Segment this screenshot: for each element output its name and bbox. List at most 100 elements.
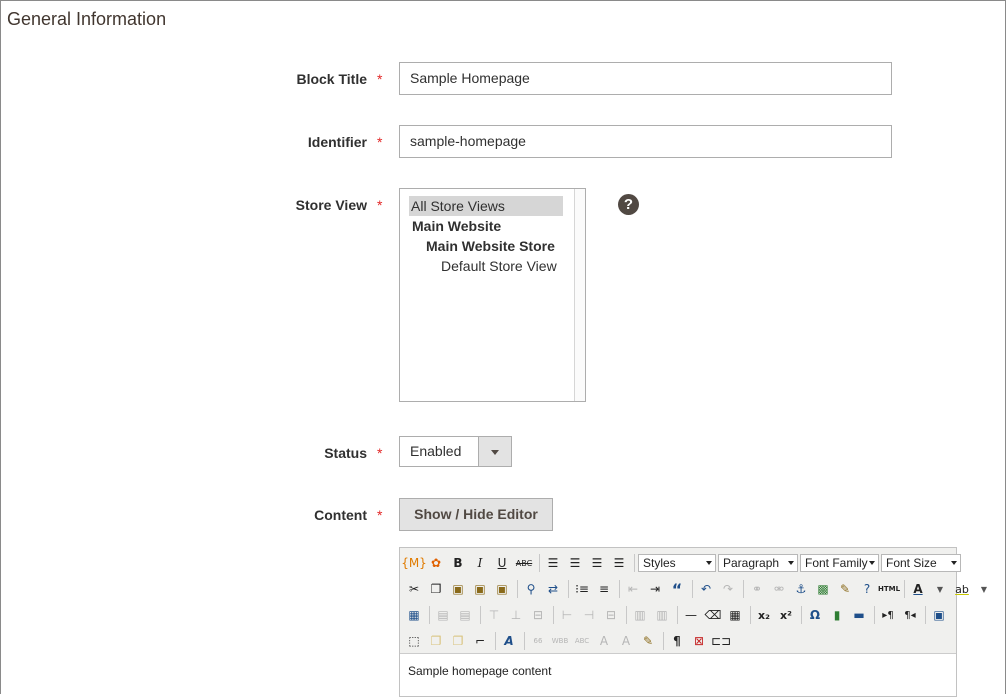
horizontal-rule-icon[interactable]: — — [681, 605, 701, 625]
outdent-icon[interactable]: ⇤ — [623, 579, 643, 599]
indent-icon[interactable]: ⇥ — [645, 579, 665, 599]
toolbar-row: {M} ✿ B I U ABC ☰ ☰ ☰ ☰ Styles Paragraph… — [401, 552, 963, 574]
move-backward-icon[interactable]: ❐ — [448, 631, 468, 651]
superscript-icon[interactable]: x² — [776, 605, 796, 625]
rtl-icon[interactable]: ¶◂ — [900, 605, 920, 625]
find-icon[interactable]: ⚲ — [521, 579, 541, 599]
table-row-props-icon[interactable]: ▤ — [433, 605, 453, 625]
special-char-icon[interactable]: Ω — [805, 605, 825, 625]
cleanup-icon[interactable]: ✎ — [835, 579, 855, 599]
numbered-list-icon[interactable]: ≡ — [594, 579, 614, 599]
delete-col-icon[interactable]: ⊟ — [601, 605, 621, 625]
html-source-icon[interactable]: HTML — [878, 579, 900, 599]
move-forward-icon[interactable]: ❐ — [426, 631, 446, 651]
nonbreaking-icon[interactable]: ⊠ — [689, 631, 709, 651]
chevron-down-icon[interactable]: ▼ — [930, 579, 950, 599]
acronym-icon[interactable]: ABC — [572, 631, 592, 651]
ins-icon[interactable]: A — [616, 631, 636, 651]
align-left-icon[interactable]: ☰ — [543, 553, 563, 573]
anchor-icon[interactable]: ⚓ — [791, 579, 811, 599]
paste-icon[interactable]: ▣ — [448, 579, 468, 599]
remove-format-icon[interactable]: ⌫ — [703, 605, 723, 625]
full-page-icon[interactable]: ▬ — [849, 605, 869, 625]
unlink-icon[interactable]: ⚮ — [769, 579, 789, 599]
underline-icon[interactable]: U — [492, 553, 512, 573]
separator — [925, 606, 926, 624]
strikethrough-icon[interactable]: ABC — [514, 553, 534, 573]
store-view-option[interactable]: Default Store View — [441, 256, 557, 276]
split-cells-icon[interactable]: ▥ — [630, 605, 650, 625]
font-size-select[interactable]: Font Size — [881, 554, 961, 572]
absolute-position-icon[interactable]: ⌐ — [470, 631, 490, 651]
store-view-multiselect[interactable]: All Store Views Main Website Main Websit… — [399, 188, 586, 402]
separator — [801, 606, 802, 624]
toolbar-row: ✂ ❐ ▣ ▣ ▣ ⚲ ⇄ ⁝≡ ≡ ⇤ ⇥ “ ↶ ↷ ⚭ ⚮ ⚓ ▩ ✎ ?… — [404, 578, 996, 600]
copy-icon[interactable]: ❐ — [426, 579, 446, 599]
page-break-icon[interactable]: ⊏⊐ — [711, 631, 731, 651]
visual-aid-icon[interactable]: ▦ — [725, 605, 745, 625]
store-view-option[interactable]: All Store Views — [409, 196, 563, 216]
media-icon[interactable]: ▮ — [827, 605, 847, 625]
separator — [626, 606, 627, 624]
help-circle-icon[interactable]: ? — [857, 579, 877, 599]
wysiwyg-editor[interactable]: {M} ✿ B I U ABC ☰ ☰ ☰ ☰ Styles Paragraph… — [399, 547, 987, 697]
align-right-icon[interactable]: ☰ — [587, 553, 607, 573]
status-select[interactable]: Enabled — [399, 436, 512, 467]
scrollbar[interactable] — [574, 189, 585, 401]
store-view-label: Store View — [295, 197, 367, 213]
bullet-list-icon[interactable]: ⁝≡ — [572, 579, 592, 599]
show-blocks-icon[interactable]: ¶ — [667, 631, 687, 651]
paste-word-icon[interactable]: ▣ — [492, 579, 512, 599]
insert-row-after-icon[interactable]: ⊥ — [506, 605, 526, 625]
help-icon[interactable]: ? — [618, 194, 639, 215]
image-icon[interactable]: ▩ — [813, 579, 833, 599]
replace-icon[interactable]: ⇄ — [543, 579, 563, 599]
table-cell-props-icon[interactable]: ▤ — [455, 605, 475, 625]
undo-icon[interactable]: ↶ — [696, 579, 716, 599]
chevron-down-icon[interactable] — [478, 437, 511, 466]
delete-row-icon[interactable]: ⊟ — [528, 605, 548, 625]
table-insert-icon[interactable]: ▦ — [404, 605, 424, 625]
cite-icon[interactable]: 66 — [528, 631, 548, 651]
insert-variable-icon[interactable]: {M} — [401, 553, 427, 573]
chevron-down-icon[interactable]: ▼ — [974, 579, 994, 599]
separator — [495, 632, 496, 650]
insert-widget-icon[interactable]: ✿ — [426, 553, 446, 573]
required-asterisk: * — [377, 507, 383, 523]
attributes-icon[interactable]: ✎ — [638, 631, 658, 651]
subscript-icon[interactable]: x₂ — [754, 605, 774, 625]
highlight-color-icon[interactable]: ab — [952, 579, 972, 599]
store-view-option[interactable]: Main Website Store — [426, 236, 555, 256]
cut-icon[interactable]: ✂ — [404, 579, 424, 599]
redo-icon[interactable]: ↷ — [718, 579, 738, 599]
editor-content[interactable]: Sample homepage content — [408, 664, 551, 678]
block-title-input[interactable]: Sample Homepage — [399, 62, 892, 95]
align-center-icon[interactable]: ☰ — [565, 553, 585, 573]
styles-select[interactable]: Styles — [638, 554, 716, 572]
identifier-input[interactable]: sample-homepage — [399, 125, 892, 158]
abbr-icon[interactable]: WBB — [550, 631, 570, 651]
ltr-icon[interactable]: ▸¶ — [878, 605, 898, 625]
separator — [874, 606, 875, 624]
del-icon[interactable]: A — [594, 631, 614, 651]
blockquote-icon[interactable]: “ — [667, 579, 687, 599]
insert-layer-icon[interactable]: ⬚ — [404, 631, 424, 651]
insert-col-before-icon[interactable]: ⊢ — [557, 605, 577, 625]
fullscreen-icon[interactable]: ▣ — [929, 605, 949, 625]
font-family-select[interactable]: Font Family — [800, 554, 879, 572]
paste-text-icon[interactable]: ▣ — [470, 579, 490, 599]
insert-row-before-icon[interactable]: ⊤ — [484, 605, 504, 625]
separator — [904, 580, 905, 598]
merge-cells-icon[interactable]: ▥ — [652, 605, 672, 625]
align-justify-icon[interactable]: ☰ — [609, 553, 629, 573]
insert-col-after-icon[interactable]: ⊣ — [579, 605, 599, 625]
store-view-option[interactable]: Main Website — [412, 216, 501, 236]
show-hide-editor-button[interactable]: Show / Hide Editor — [399, 498, 553, 531]
font-color-icon[interactable]: A — [908, 579, 928, 599]
bold-icon[interactable]: B — [448, 553, 468, 573]
paragraph-select[interactable]: Paragraph — [718, 554, 798, 572]
style-props-icon[interactable]: A — [499, 631, 519, 651]
link-icon[interactable]: ⚭ — [747, 579, 767, 599]
separator — [743, 580, 744, 598]
italic-icon[interactable]: I — [470, 553, 490, 573]
